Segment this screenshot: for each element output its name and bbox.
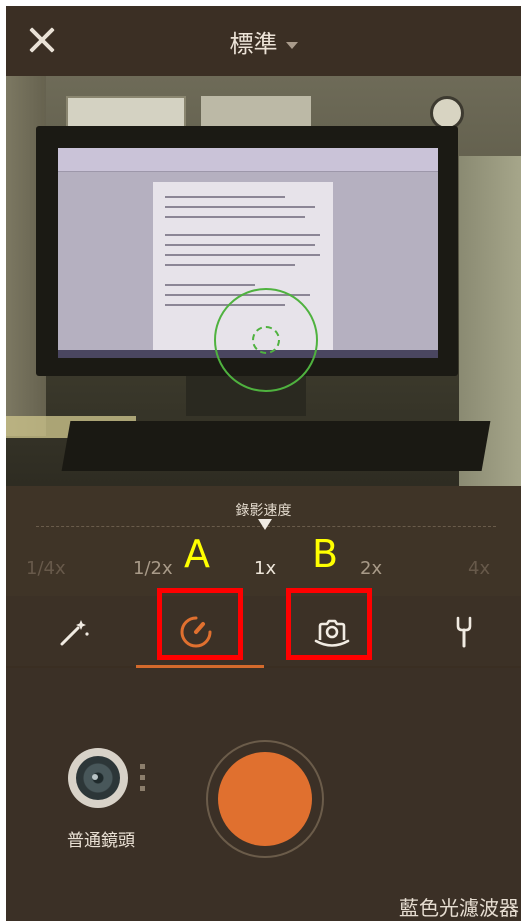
speed-option-quad[interactable]: 4x <box>468 558 490 579</box>
camera-app: 標準 錄影速度 1/4x 1/2x 1x 2x 4x A B 普通鏡頭 藍色光濾… <box>6 6 521 921</box>
highlight-box-b <box>286 588 372 660</box>
annotation-label-a: A <box>184 532 210 576</box>
bottom-controls: 普通鏡頭 藍色光濾波器 <box>6 668 521 921</box>
camera-viewfinder[interactable] <box>6 76 521 486</box>
speed-option-half[interactable]: 1/2x <box>133 558 173 579</box>
highlight-box-a <box>157 588 243 660</box>
focus-point <box>252 326 280 354</box>
lens-icon <box>76 756 120 800</box>
chevron-down-icon <box>285 41 298 49</box>
record-button[interactable] <box>218 752 312 846</box>
mode-label: 標準 <box>229 30 278 58</box>
filter-label: 藍色光濾波器 <box>399 896 519 920</box>
speed-option-double[interactable]: 2x <box>360 558 382 579</box>
wrench-icon[interactable] <box>440 608 488 656</box>
speed-option-normal[interactable]: 1x <box>254 558 276 579</box>
tool-row <box>6 596 521 666</box>
annotation-label-b: B <box>312 532 339 576</box>
lens-label: 普通鏡頭 <box>67 831 135 851</box>
lens-selector-button[interactable] <box>68 748 128 808</box>
top-bar: 標準 <box>6 6 521 76</box>
mode-selector[interactable]: 標準 <box>6 24 521 59</box>
magic-wand-icon[interactable] <box>50 608 98 656</box>
record-speed-panel: 錄影速度 1/4x 1/2x 1x 2x 4x <box>6 486 521 596</box>
record-speed-title: 錄影速度 <box>235 503 292 519</box>
more-options-icon[interactable] <box>140 764 146 800</box>
speed-option-quarter[interactable]: 1/4x <box>26 558 66 579</box>
speed-marker-icon[interactable] <box>258 519 272 530</box>
